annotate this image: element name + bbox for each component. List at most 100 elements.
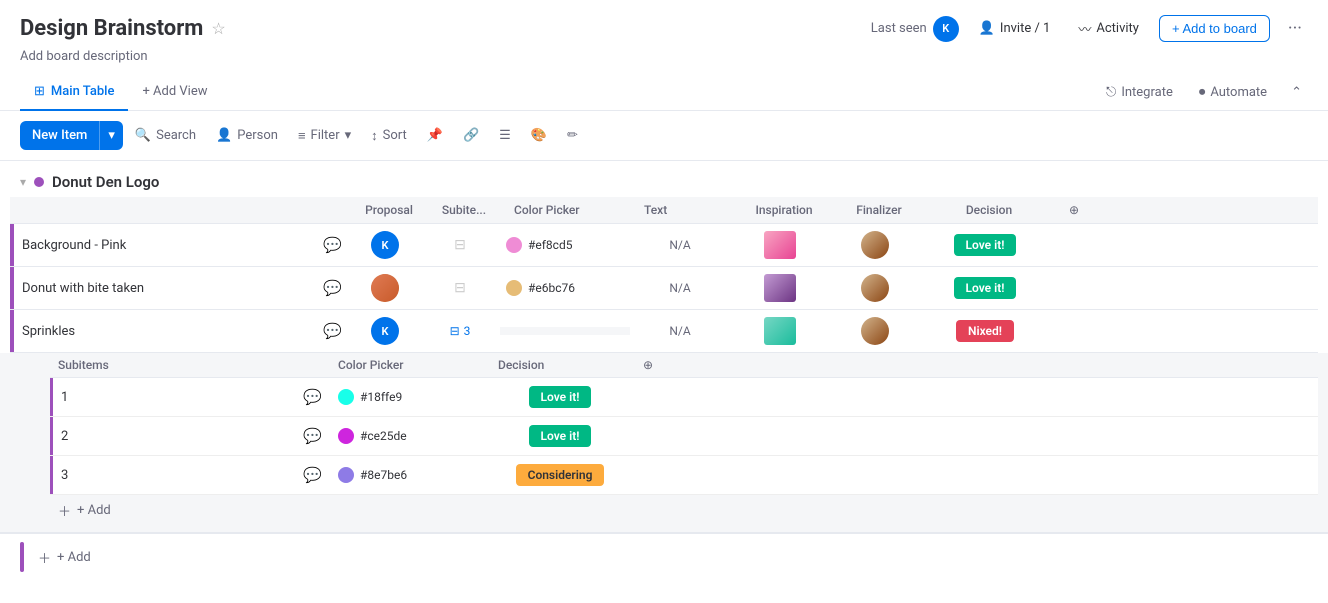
finalizer-avatar <box>861 317 889 345</box>
cell-decision[interactable]: Nixed! <box>920 316 1050 346</box>
cell-color[interactable]: #ef8cd5 <box>500 233 630 257</box>
finalizer-avatar <box>861 274 889 302</box>
row-height-icon: ☰ <box>499 128 511 143</box>
cell-proposal[interactable]: K <box>350 227 420 263</box>
row-name-cell: Donut with bite taken 💬 <box>14 279 350 297</box>
cell-color[interactable]: #e6bc76 <box>500 276 630 300</box>
col-header-finalizer: Finalizer <box>834 197 924 223</box>
sub-col-header-color: Color Picker <box>330 353 490 377</box>
person-icon: 👤 <box>979 21 995 36</box>
cell-subitems[interactable]: ⊟ <box>420 233 500 257</box>
integrate-icon: ⎋ <box>1106 85 1116 100</box>
cell-subitems[interactable]: ⊟ 3 <box>420 320 500 342</box>
sort-button[interactable]: ↕ Sort <box>363 123 415 149</box>
more-options-icon[interactable]: ··· <box>1282 14 1308 43</box>
group-by-button[interactable]: 🔗 <box>455 123 487 148</box>
table-area: ▾ Donut Den Logo Proposal Subite... Colo… <box>0 161 1328 580</box>
group-header: ▾ Donut Den Logo <box>0 161 1328 197</box>
cell-add <box>1050 284 1090 292</box>
sub-cell-color[interactable]: #8e7be6 <box>330 463 490 487</box>
tab-main-table[interactable]: ⊞ Main Table <box>20 74 128 111</box>
board-subtitle: Add board description <box>0 49 1328 74</box>
cell-add <box>1050 327 1090 335</box>
sub-cell-color[interactable]: #18ffe9 <box>330 385 490 409</box>
new-item-button[interactable]: New Item ▾ <box>20 121 123 150</box>
add-group-row[interactable]: ＋ + Add <box>0 533 1328 580</box>
decision-badge: Love it! <box>954 234 1017 256</box>
col-header-add[interactable]: ⊕ <box>1054 197 1094 223</box>
subitem-count[interactable]: ⊟ 3 <box>450 324 471 338</box>
add-subitem-button[interactable]: ＋ + Add <box>50 495 1318 526</box>
decision-badge: Love it! <box>954 277 1017 299</box>
sub-row-name: 3 <box>61 468 68 483</box>
sub-cell-decision[interactable]: Love it! <box>490 421 630 451</box>
col-header-subitems: Subite... <box>424 197 504 223</box>
search-button[interactable]: 🔍 Search <box>127 123 204 148</box>
sub-cell-decision[interactable]: Love it! <box>490 382 630 412</box>
color-button[interactable]: 🎨 <box>523 123 555 148</box>
col-header-color: Color Picker <box>504 197 634 223</box>
subitem-row: 3 💬 #8e7be6 Considering <box>50 456 1318 495</box>
cell-finalizer <box>830 227 920 263</box>
color-swatch <box>506 280 522 296</box>
group-collapse-icon[interactable]: ▾ <box>20 175 26 189</box>
color-swatch <box>338 428 354 444</box>
tab-add-view[interactable]: + Add View <box>128 74 221 111</box>
row-height-button[interactable]: ☰ <box>491 123 519 148</box>
sub-col-header-add[interactable]: ⊕ <box>630 353 666 377</box>
subitem-icon: ⊟ <box>454 237 466 253</box>
subitem-row: 1 💬 #18ffe9 Love it! <box>50 378 1318 417</box>
filter-icon: ≡ <box>298 128 306 144</box>
comment-icon[interactable]: 💬 <box>323 279 342 297</box>
proposal-avatar <box>371 274 399 302</box>
new-item-dropdown-arrow[interactable]: ▾ <box>99 121 123 150</box>
proposal-avatar: K <box>371 231 399 259</box>
sub-name-cell: 2 💬 <box>53 427 330 445</box>
page-title: Design Brainstorm <box>20 16 203 41</box>
comment-icon[interactable]: 💬 <box>303 466 322 484</box>
cell-decision[interactable]: Love it! <box>920 230 1050 260</box>
hide-button[interactable]: 📌 <box>419 123 451 148</box>
proposal-avatar: K <box>371 317 399 345</box>
group-title[interactable]: Donut Den Logo <box>52 173 159 191</box>
decision-badge: Love it! <box>529 386 592 408</box>
sub-col-header-name: Subitems <box>50 353 330 377</box>
comment-icon[interactable]: 💬 <box>323 322 342 340</box>
cell-subitems[interactable]: ⊟ <box>420 276 500 300</box>
col-header-inspiration: Inspiration <box>734 197 834 223</box>
color-swatch <box>338 389 354 405</box>
sub-col-header-decision: Decision <box>490 353 630 377</box>
group-accent <box>20 542 24 572</box>
edit-icon: ✏ <box>567 128 578 143</box>
sub-row-name: 1 <box>61 390 68 405</box>
filter-dropdown-arrow: ▾ <box>345 128 352 143</box>
cell-add <box>1050 241 1090 249</box>
comment-icon[interactable]: 💬 <box>303 388 322 406</box>
cell-decision[interactable]: Love it! <box>920 273 1050 303</box>
cell-proposal[interactable] <box>350 270 420 306</box>
header-actions: Last seen K 👤 Invite / 1 〰 Activity + Ad… <box>871 14 1308 43</box>
person-filter-button[interactable]: 👤 Person <box>208 123 286 148</box>
sub-cell-color[interactable]: #ce25de <box>330 424 490 448</box>
subitem-row: 2 💬 #ce25de Love it! <box>50 417 1318 456</box>
automate-button[interactable]: ⏺ Automate <box>1191 81 1275 104</box>
table-row: Sprinkles 💬 K ⊟ 3 N/A Nixed! <box>10 310 1318 353</box>
star-icon[interactable]: ☆ <box>211 19 225 38</box>
avatar: K <box>933 16 959 42</box>
comment-icon[interactable]: 💬 <box>323 236 342 254</box>
row-name-cell: Sprinkles 💬 <box>14 322 350 340</box>
collapse-button[interactable]: ⌃ <box>1285 81 1308 104</box>
add-to-board-button[interactable]: + Add to board <box>1159 15 1270 42</box>
sub-cell-decision[interactable]: Considering <box>490 460 630 490</box>
edit-button[interactable]: ✏ <box>559 123 586 148</box>
filter-button[interactable]: ≡ Filter ▾ <box>290 123 359 149</box>
integrate-button[interactable]: ⎋ Integrate <box>1098 81 1181 104</box>
activity-button[interactable]: 〰 Activity <box>1070 15 1147 42</box>
comment-icon[interactable]: 💬 <box>303 427 322 445</box>
cell-finalizer <box>830 270 920 306</box>
cell-proposal[interactable]: K <box>350 313 420 349</box>
decision-badge: Love it! <box>529 425 592 447</box>
subitem-icon: ⊟ <box>454 280 466 296</box>
invite-button[interactable]: 👤 Invite / 1 <box>971 17 1059 40</box>
decision-badge: Considering <box>516 464 605 486</box>
